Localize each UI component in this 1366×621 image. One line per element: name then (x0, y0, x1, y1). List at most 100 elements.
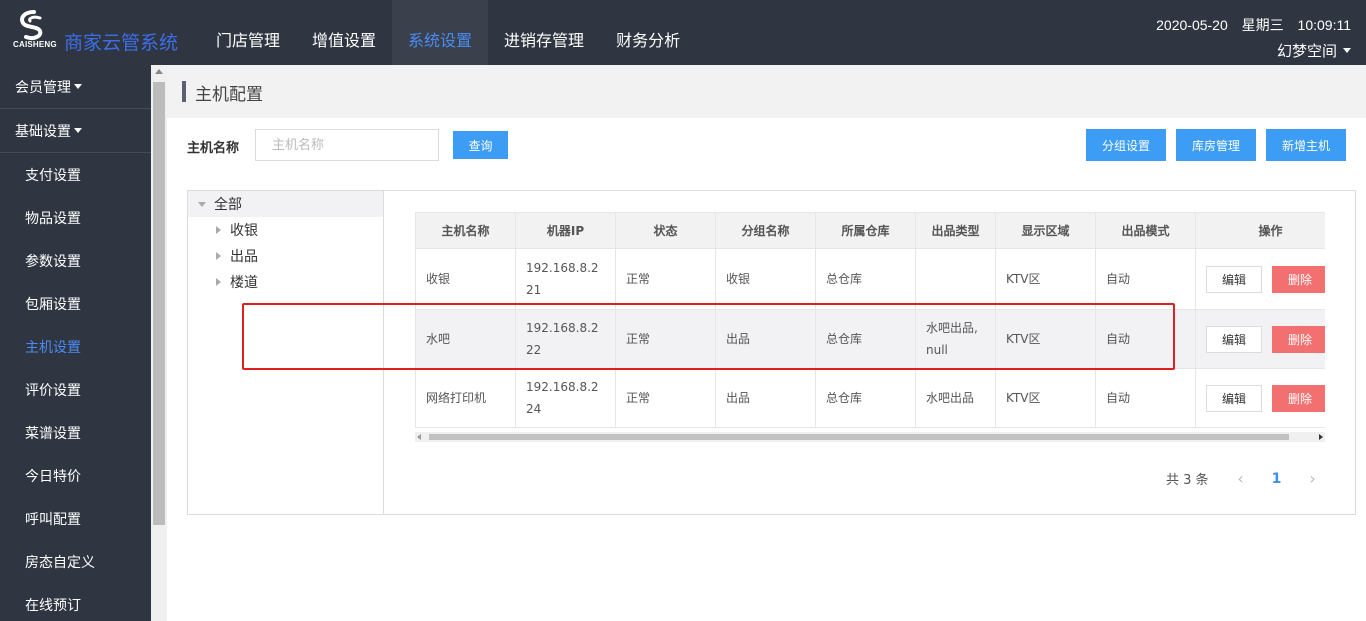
nav-value-added-settings[interactable]: 增值设置 (296, 0, 392, 65)
prev-page-button[interactable]: ‹ (1223, 469, 1259, 488)
title-accent-bar (182, 81, 186, 102)
caret-down-icon (74, 128, 82, 133)
cell-group: 收银 (715, 248, 816, 310)
sidebar-item-rooms[interactable]: 包厢设置 (0, 282, 151, 325)
nav-system-settings[interactable]: 系统设置 (392, 0, 489, 65)
page-number[interactable]: 1 (1259, 471, 1295, 487)
sidebar-group-basic[interactable]: 基础设置 (0, 109, 151, 153)
main-content: 主机配置 主机名称 查询 分组设置 库房管理 新增主机 全部 收银 出品 楼道 (167, 65, 1366, 621)
nav-store-management[interactable]: 门店管理 (200, 0, 296, 65)
column-header: 主机名称 (415, 212, 516, 249)
delete-button[interactable]: 删除 (1272, 325, 1325, 353)
delete-button[interactable]: 删除 (1272, 384, 1325, 412)
expand-icon[interactable] (198, 201, 206, 207)
scroll-left-icon[interactable] (417, 434, 421, 440)
tree-node-label: 楼道 (230, 275, 258, 291)
tree-node-label: 出品 (230, 249, 258, 265)
datetime: 2020-05-20 星期三 10:09:11 (1156, 17, 1351, 33)
user-menu[interactable]: 幻梦空间 (1277, 40, 1351, 61)
sidebar-group-label: 基础设置 (15, 123, 71, 140)
top-bar: CAISHENG 商家云管系统 门店管理 增值设置 系统设置 进销存管理 财务分… (0, 0, 1366, 65)
tree-node-corridor[interactable]: 楼道 (188, 269, 383, 295)
column-header: 出品模式 (1095, 212, 1196, 249)
caret-down-icon (74, 84, 82, 89)
sidebar-item-call[interactable]: 呼叫配置 (0, 497, 151, 540)
warehouse-management-button[interactable]: 库房管理 (1176, 129, 1256, 161)
sidebar-item-params[interactable]: 参数设置 (0, 239, 151, 282)
group-tree: 全部 收银 出品 楼道 (188, 191, 384, 514)
tree-node-all[interactable]: 全部 (188, 191, 383, 217)
search-button[interactable]: 查询 (453, 131, 508, 159)
scroll-right-icon[interactable] (1319, 434, 1323, 440)
sidebar-group-member[interactable]: 会员管理 (0, 65, 151, 109)
tree-node-cashier[interactable]: 收银 (188, 217, 383, 243)
cell-mode: 自动 (1095, 368, 1196, 428)
column-header: 机器IP (515, 212, 616, 249)
host-table: 主机名称 机器IP 状态 分组名称 所属仓库 出品类型 显示区域 出品模式 操作… (415, 212, 1325, 428)
sidebar-item-review[interactable]: 评价设置 (0, 368, 151, 411)
column-header: 所属仓库 (815, 212, 916, 249)
sidebar-item-specials[interactable]: 今日特价 (0, 454, 151, 497)
sidebar-scrollbar[interactable] (151, 65, 167, 621)
sidebar-item-goods[interactable]: 物品设置 (0, 196, 151, 239)
host-name-input[interactable] (255, 129, 439, 161)
table-scroll-thumb[interactable] (429, 434, 1289, 440)
cell-ip: 192.168.8.221 (515, 248, 616, 310)
caisheng-logo-icon (20, 10, 43, 41)
cell-area: KTV区 (995, 248, 1096, 310)
column-header: 显示区域 (995, 212, 1096, 249)
cell-actions: 编辑 删除 (1195, 248, 1325, 310)
group-settings-button[interactable]: 分组设置 (1086, 129, 1166, 161)
column-header: 分组名称 (715, 212, 816, 249)
sidebar-item-payment[interactable]: 支付设置 (0, 153, 151, 196)
column-header: 操作 (1195, 212, 1325, 249)
edit-button[interactable]: 编辑 (1206, 384, 1262, 412)
nav-financial-analysis[interactable]: 财务分析 (600, 0, 696, 65)
cell-host-name: 水吧 (415, 309, 516, 369)
cell-warehouse: 总仓库 (815, 368, 916, 428)
sidebar-item-menu[interactable]: 菜谱设置 (0, 411, 151, 454)
cell-status: 正常 (615, 309, 716, 369)
page-header: 主机配置 (167, 65, 1366, 118)
cell-group: 出品 (715, 309, 816, 369)
tree-node-output[interactable]: 出品 (188, 243, 383, 269)
pagination-total: 共 3 条 (1166, 473, 1209, 488)
brand-name: 商家云管系统 (64, 32, 179, 54)
cell-output-type: 水吧出品 (915, 368, 996, 428)
next-page-button[interactable]: › (1295, 469, 1331, 488)
nav-inventory-management[interactable]: 进销存管理 (488, 0, 600, 65)
sidebar-group-label: 会员管理 (15, 79, 71, 96)
pagination: 共 3 条 ‹ 1 › (1166, 469, 1331, 488)
collapse-icon[interactable] (216, 252, 221, 260)
edit-button[interactable]: 编辑 (1206, 265, 1262, 293)
cell-warehouse: 总仓库 (815, 309, 916, 369)
collapse-icon[interactable] (216, 278, 221, 286)
scroll-up-icon[interactable] (155, 69, 163, 74)
cell-actions: 编辑 删除 (1195, 368, 1325, 428)
sidebar-item-booking[interactable]: 在线预订 (0, 583, 151, 621)
table-row: 收银 192.168.8.221 正常 收银 总仓库 KTV区 自动 编辑 删除 (415, 248, 1325, 310)
tree-node-label: 收银 (230, 223, 258, 239)
edit-button[interactable]: 编辑 (1206, 325, 1262, 353)
sidebar-item-host[interactable]: 主机设置 (0, 325, 151, 368)
top-nav: 门店管理 增值设置 系统设置 进销存管理 财务分析 (200, 0, 696, 65)
table-horizontal-scrollbar[interactable] (415, 432, 1325, 442)
cell-area: KTV区 (995, 309, 1096, 369)
cell-group: 出品 (715, 368, 816, 428)
column-header: 出品类型 (915, 212, 996, 249)
collapse-icon[interactable] (216, 226, 221, 234)
cell-area: KTV区 (995, 368, 1096, 428)
page-title: 主机配置 (195, 85, 263, 105)
delete-button[interactable]: 删除 (1272, 265, 1325, 293)
cell-warehouse: 总仓库 (815, 248, 916, 310)
cell-status: 正常 (615, 248, 716, 310)
cell-ip: 192.168.8.222 (515, 309, 616, 369)
sidebar-scroll-thumb[interactable] (153, 82, 165, 525)
cell-mode: 自动 (1095, 309, 1196, 369)
sidebar-item-room-status[interactable]: 房态自定义 (0, 540, 151, 583)
add-host-button[interactable]: 新增主机 (1266, 129, 1346, 161)
cell-mode: 自动 (1095, 248, 1196, 310)
cell-status: 正常 (615, 368, 716, 428)
tree-node-label: 全部 (214, 197, 242, 213)
sidebar: 会员管理 基础设置 支付设置 物品设置 参数设置 包厢设置 主机设置 评价设置 … (0, 65, 151, 621)
